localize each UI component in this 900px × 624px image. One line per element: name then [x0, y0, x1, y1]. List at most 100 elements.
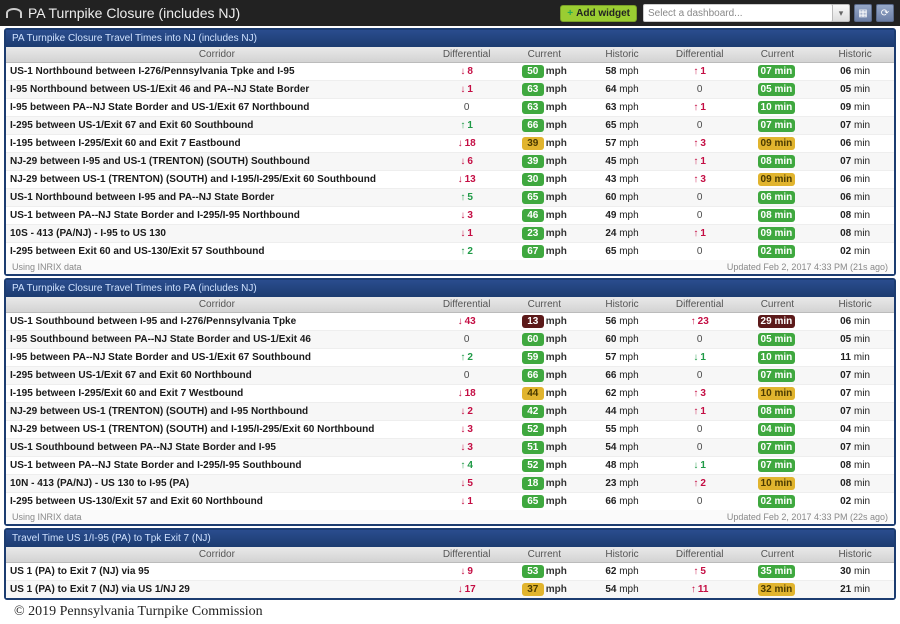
speed-diff: 1	[428, 493, 506, 511]
column-header: Differential	[661, 47, 739, 63]
corridor-name: I-295 between Exit 60 and US-130/Exit 57…	[6, 243, 428, 261]
current-time: 05 min	[739, 81, 817, 99]
historic-speed: 60 mph	[583, 189, 661, 207]
current-time: 09 min	[739, 171, 817, 189]
current-time: 10 min	[739, 99, 817, 117]
column-header: Historic	[583, 47, 661, 63]
time-diff: 0	[661, 207, 739, 225]
travel-times-table: CorridorDifferentialCurrentHistoricDiffe…	[6, 47, 894, 260]
current-time: 09 min	[739, 135, 817, 153]
historic-speed: 23 mph	[583, 475, 661, 493]
corridor-name: US-1 between PA--NJ State Border and I-2…	[6, 457, 428, 475]
table-row: US 1 (PA) to Exit 7 (NJ) via US 1/NJ 29 …	[6, 581, 894, 599]
current-time: 09 min	[739, 225, 817, 243]
grid-icon[interactable]: ▦	[854, 4, 872, 22]
add-widget-button[interactable]: +Add widget	[560, 5, 637, 22]
logo-icon	[6, 8, 22, 18]
corridor-name: 10S - 413 (PA/NJ) - I-95 to US 130	[6, 225, 428, 243]
column-header: Differential	[661, 297, 739, 313]
column-header: Current	[739, 47, 817, 63]
column-header: Corridor	[6, 47, 428, 63]
current-time: 02 min	[739, 493, 817, 511]
refresh-icon[interactable]: ⟳	[876, 4, 894, 22]
table-row: 10S - 413 (PA/NJ) - I-95 to US 130 1 23m…	[6, 225, 894, 243]
current-time: 07 min	[739, 367, 817, 385]
historic-time: 06 min	[816, 63, 894, 81]
current-speed: 39mph	[505, 153, 583, 171]
historic-time: 07 min	[816, 439, 894, 457]
table-row: NJ-29 between US-1 (TRENTON) (SOUTH) and…	[6, 403, 894, 421]
historic-time: 05 min	[816, 81, 894, 99]
column-header: Historic	[816, 47, 894, 63]
historic-speed: 66 mph	[583, 367, 661, 385]
current-speed: 50mph	[505, 63, 583, 81]
time-diff: 3	[661, 171, 739, 189]
time-diff: 1	[661, 63, 739, 81]
historic-speed: 66 mph	[583, 493, 661, 511]
column-header: Corridor	[6, 547, 428, 563]
historic-speed: 65 mph	[583, 243, 661, 261]
historic-time: 09 min	[816, 99, 894, 117]
corridor-name: US-1 Northbound between I-276/Pennsylvan…	[6, 63, 428, 81]
table-row: NJ-29 between US-1 (TRENTON) (SOUTH) and…	[6, 421, 894, 439]
speed-diff: 1	[428, 225, 506, 243]
current-time: 07 min	[739, 117, 817, 135]
column-header: Current	[739, 547, 817, 563]
speed-diff: 5	[428, 189, 506, 207]
table-row: NJ-29 between US-1 (TRENTON) (SOUTH) and…	[6, 171, 894, 189]
historic-speed: 62 mph	[583, 385, 661, 403]
historic-time: 06 min	[816, 135, 894, 153]
historic-time: 05 min	[816, 331, 894, 349]
dashboard-dropdown-button[interactable]: ▾	[832, 4, 850, 22]
speed-diff: 9	[428, 563, 506, 581]
historic-speed: 65 mph	[583, 117, 661, 135]
column-header: Historic	[583, 547, 661, 563]
current-speed: 66mph	[505, 117, 583, 135]
corridor-name: US-1 between PA--NJ State Border and I-2…	[6, 207, 428, 225]
time-diff: 0	[661, 421, 739, 439]
table-row: I-195 between I-295/Exit 60 and Exit 7 W…	[6, 385, 894, 403]
historic-time: 06 min	[816, 313, 894, 331]
add-widget-label: Add widget	[576, 8, 630, 19]
current-speed: 46mph	[505, 207, 583, 225]
current-time: 10 min	[739, 475, 817, 493]
speed-diff: 5	[428, 475, 506, 493]
column-header: Differential	[428, 297, 506, 313]
corridor-name: I-95 between PA--NJ State Border and US-…	[6, 99, 428, 117]
corridor-name: NJ-29 between US-1 (TRENTON) (SOUTH) and…	[6, 403, 428, 421]
dashboard-select[interactable]: Select a dashboard...	[643, 4, 833, 22]
time-diff: 1	[661, 403, 739, 421]
corridor-name: NJ-29 between I-95 and US-1 (TRENTON) (S…	[6, 153, 428, 171]
table-row: US-1 Northbound between I-276/Pennsylvan…	[6, 63, 894, 81]
historic-speed: 24 mph	[583, 225, 661, 243]
table-row: I-295 between Exit 60 and US-130/Exit 57…	[6, 243, 894, 261]
panel-footer: Using INRIX dataUpdated Feb 2, 2017 4:33…	[6, 260, 894, 274]
time-diff: 0	[661, 117, 739, 135]
historic-speed: 57 mph	[583, 349, 661, 367]
footer-updated: Updated Feb 2, 2017 4:33 PM (22s ago)	[727, 512, 888, 522]
table-row: I-95 between PA--NJ State Border and US-…	[6, 99, 894, 117]
column-header: Differential	[428, 47, 506, 63]
speed-diff: 2	[428, 349, 506, 367]
historic-time: 07 min	[816, 117, 894, 135]
current-time: 08 min	[739, 153, 817, 171]
corridor-name: NJ-29 between US-1 (TRENTON) (SOUTH) and…	[6, 171, 428, 189]
current-time: 05 min	[739, 331, 817, 349]
corridor-name: US 1 (PA) to Exit 7 (NJ) via US 1/NJ 29	[6, 581, 428, 599]
current-time: 08 min	[739, 403, 817, 421]
current-time: 29 min	[739, 313, 817, 331]
historic-speed: 62 mph	[583, 563, 661, 581]
page-title: PA Turnpike Closure (includes NJ)	[28, 5, 560, 21]
table-row: US 1 (PA) to Exit 7 (NJ) via 95 9 53mph …	[6, 563, 894, 581]
column-header: Historic	[816, 547, 894, 563]
historic-time: 08 min	[816, 207, 894, 225]
time-diff: 0	[661, 493, 739, 511]
historic-time: 02 min	[816, 493, 894, 511]
historic-speed: 57 mph	[583, 135, 661, 153]
panel-title: PA Turnpike Closure Travel Times into PA…	[6, 280, 894, 297]
speed-diff: 13	[428, 171, 506, 189]
table-row: I-295 between US-1/Exit 67 and Exit 60 S…	[6, 117, 894, 135]
footer-source: Using INRIX data	[12, 512, 82, 522]
time-diff: 23	[661, 313, 739, 331]
current-speed: 67mph	[505, 243, 583, 261]
